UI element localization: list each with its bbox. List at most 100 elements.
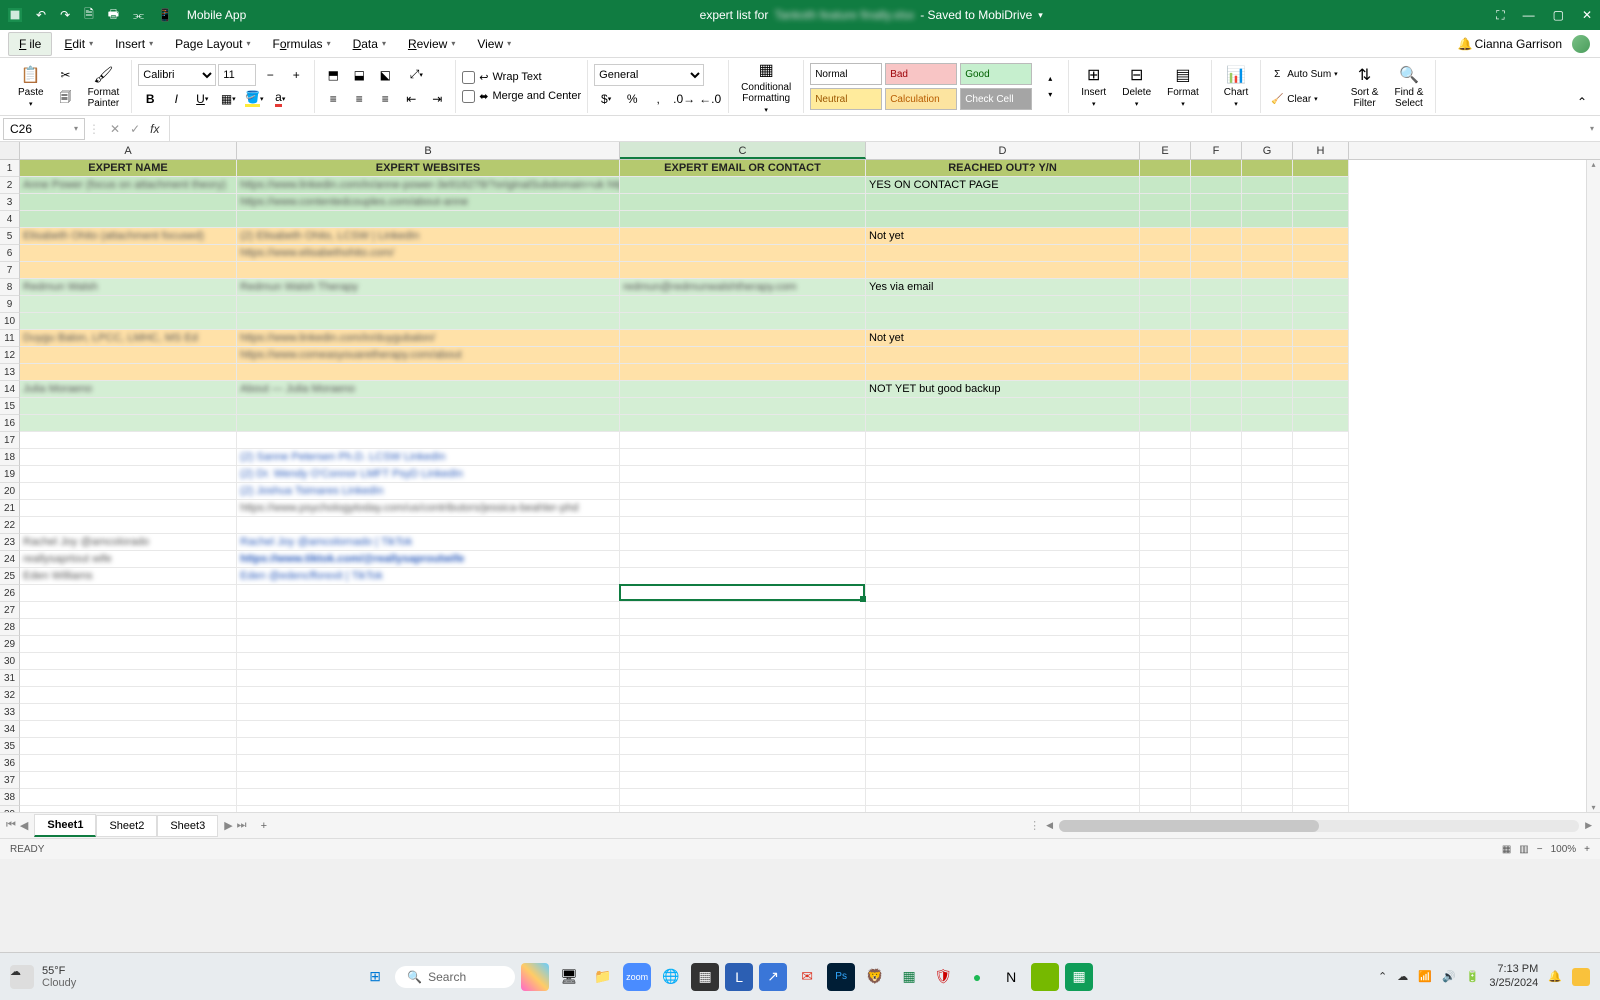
align-top-icon[interactable]: ⬒ <box>321 64 345 86</box>
cell[interactable] <box>237 772 620 789</box>
cell[interactable] <box>1293 449 1349 466</box>
cell[interactable] <box>866 670 1140 687</box>
col-header-B[interactable]: B <box>237 142 620 159</box>
cell[interactable] <box>237 262 620 279</box>
cancel-formula-icon[interactable]: ✕ <box>110 122 120 136</box>
indent-icon[interactable]: ⇥ <box>425 88 449 110</box>
cell[interactable] <box>866 687 1140 704</box>
style-neutral[interactable]: Neutral <box>810 88 882 110</box>
cell[interactable] <box>1242 483 1293 500</box>
sheet-nav-first-icon[interactable]: ⏮ <box>6 819 16 832</box>
cell[interactable] <box>620 381 866 398</box>
cell[interactable] <box>620 296 866 313</box>
tray-onedrive-icon[interactable]: ☁ <box>1397 970 1408 983</box>
comma-icon[interactable]: , <box>646 88 670 110</box>
accept-formula-icon[interactable]: ✓ <box>130 122 140 136</box>
bold-icon[interactable]: B <box>138 88 162 110</box>
cell[interactable]: https://www.linkedin.com/in/duygubalon/ <box>237 330 620 347</box>
mobile-app-label[interactable]: Mobile App <box>187 8 246 22</box>
cell[interactable] <box>866 500 1140 517</box>
cell[interactable] <box>620 704 866 721</box>
cell[interactable] <box>1191 619 1242 636</box>
cell[interactable] <box>1293 755 1349 772</box>
cell[interactable] <box>1242 279 1293 296</box>
clock[interactable]: 7:13 PM3/25/2024 <box>1489 963 1538 989</box>
cell[interactable]: https://www.tiktok.com/@reallysaproutwif… <box>237 551 620 568</box>
cell[interactable] <box>1140 738 1191 755</box>
cell[interactable] <box>1140 296 1191 313</box>
tray-wifi-icon[interactable]: 📶 <box>1418 970 1432 983</box>
cell[interactable] <box>20 211 237 228</box>
cell[interactable] <box>237 296 620 313</box>
col-header-G[interactable]: G <box>1242 142 1293 159</box>
cell[interactable] <box>1293 602 1349 619</box>
fullscreen-icon[interactable]: ⛶ <box>1496 8 1504 23</box>
cell[interactable] <box>1191 211 1242 228</box>
cell[interactable] <box>1242 364 1293 381</box>
cell[interactable]: Not yet <box>866 330 1140 347</box>
cell[interactable] <box>20 500 237 517</box>
cell[interactable] <box>1191 755 1242 772</box>
align-bottom-icon[interactable]: ⬕ <box>373 64 397 86</box>
cell[interactable] <box>620 619 866 636</box>
fx-icon[interactable]: fx <box>150 122 159 136</box>
cell[interactable] <box>1242 330 1293 347</box>
cell[interactable] <box>1293 381 1349 398</box>
cell[interactable] <box>866 602 1140 619</box>
cut-icon[interactable]: ✂ <box>54 64 78 86</box>
style-good[interactable]: Good <box>960 63 1032 85</box>
cell[interactable] <box>1140 194 1191 211</box>
cell[interactable] <box>1140 449 1191 466</box>
cell[interactable] <box>237 806 620 812</box>
cell[interactable] <box>866 398 1140 415</box>
align-center-icon[interactable]: ≡ <box>347 88 371 110</box>
cell[interactable] <box>1242 398 1293 415</box>
tray-notification-icon[interactable]: 🔔 <box>1548 970 1562 983</box>
cell[interactable]: About — Julia Moraeno <box>237 381 620 398</box>
cell[interactable] <box>1191 330 1242 347</box>
view-page-icon[interactable]: ▥ <box>1519 844 1528 855</box>
zoom-level[interactable]: 100% <box>1551 844 1577 855</box>
cell[interactable] <box>620 602 866 619</box>
cell[interactable] <box>20 636 237 653</box>
cell[interactable] <box>1242 636 1293 653</box>
cell[interactable] <box>1242 721 1293 738</box>
tb-app-6[interactable]: L <box>725 963 753 991</box>
row-header[interactable]: 9 <box>0 296 20 313</box>
cell[interactable] <box>1242 551 1293 568</box>
cell[interactable]: (2) Joshua Tsimares LinkedIn <box>237 483 620 500</box>
styles-up-icon[interactable]: ▴ <box>1038 72 1062 86</box>
row-header[interactable]: 10 <box>0 313 20 330</box>
cell[interactable] <box>237 687 620 704</box>
cell[interactable]: https://www.comeasyouaretherapy.com/abou… <box>237 347 620 364</box>
cell[interactable] <box>866 738 1140 755</box>
menu-edit[interactable]: Edit▾ <box>54 33 103 55</box>
cell[interactable] <box>20 602 237 619</box>
tb-notion[interactable]: N <box>997 963 1025 991</box>
cell[interactable] <box>20 432 237 449</box>
paste-button[interactable]: 📋Paste▾ <box>12 63 50 110</box>
cell[interactable] <box>866 364 1140 381</box>
percent-icon[interactable]: % <box>620 88 644 110</box>
style-check-cell[interactable]: Check Cell <box>960 88 1032 110</box>
cell[interactable] <box>1293 160 1349 177</box>
cell[interactable] <box>1140 789 1191 806</box>
cell[interactable] <box>1293 211 1349 228</box>
tray-app-icon[interactable] <box>1572 968 1590 986</box>
tb-zoom[interactable]: zoom <box>623 963 651 991</box>
cell[interactable] <box>20 755 237 772</box>
row-header[interactable]: 37 <box>0 772 20 789</box>
cell[interactable] <box>20 398 237 415</box>
tb-app-8[interactable]: ✉ <box>793 963 821 991</box>
cell[interactable] <box>1242 687 1293 704</box>
cell[interactable] <box>1140 432 1191 449</box>
delete-button[interactable]: ⊟Delete▾ <box>1116 63 1157 110</box>
cell[interactable] <box>1140 177 1191 194</box>
cell[interactable] <box>1140 670 1191 687</box>
increase-decimal-icon[interactable]: .0→ <box>672 88 696 110</box>
add-sheet-button[interactable]: + <box>253 820 275 832</box>
expand-formula-icon[interactable]: ▾ <box>1584 124 1600 133</box>
cell[interactable] <box>866 194 1140 211</box>
cell[interactable] <box>1242 262 1293 279</box>
cell[interactable] <box>1140 636 1191 653</box>
